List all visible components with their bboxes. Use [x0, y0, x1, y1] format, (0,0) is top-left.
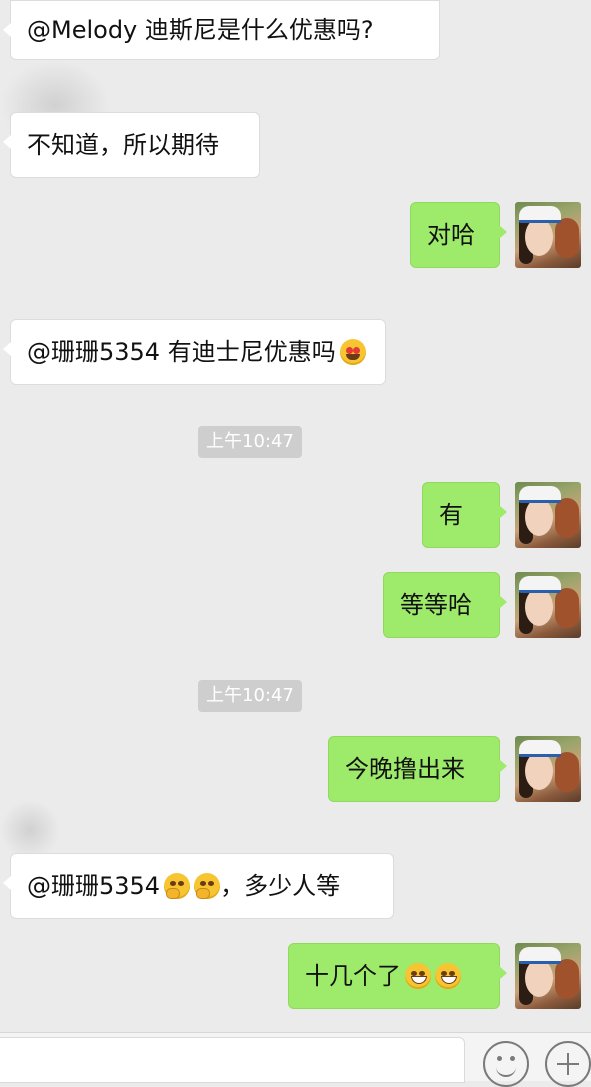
- message-text: 等等哈: [400, 591, 472, 619]
- message-text: 十几个了: [305, 962, 401, 990]
- grinning-emoji-icon: [435, 963, 461, 989]
- timestamp: 上午10:47: [198, 426, 302, 458]
- thinking-emoji-icon: [194, 873, 221, 899]
- avatar[interactable]: [515, 736, 581, 802]
- background-smudge: [0, 800, 60, 860]
- avatar[interactable]: [515, 943, 581, 1009]
- message-bubble-outgoing[interactable]: 今晚撸出来: [328, 736, 507, 802]
- input-bar: [0, 1032, 591, 1087]
- message-text: 今晚撸出来: [345, 755, 465, 783]
- message-bubble-outgoing[interactable]: 等等哈: [383, 572, 507, 638]
- message-bubble-incoming[interactable]: @珊珊5354 ，多少人等: [3, 853, 394, 919]
- message-text: @珊珊5354: [27, 872, 161, 900]
- message-text: 不知道，所以期待: [27, 131, 219, 159]
- timestamp: 上午10:47: [198, 680, 302, 712]
- avatar[interactable]: [515, 202, 581, 268]
- message-bubble-outgoing[interactable]: 对哈: [410, 202, 507, 268]
- emoji-face-icon[interactable]: [483, 1041, 529, 1087]
- message-input[interactable]: [0, 1037, 465, 1083]
- message-text: 有: [439, 501, 463, 529]
- message-text: 对哈: [427, 221, 475, 249]
- message-bubble-outgoing[interactable]: 有: [422, 482, 507, 548]
- message-text: @珊珊5354 有迪士尼优惠吗: [27, 338, 336, 366]
- thinking-emoji-icon: [164, 873, 191, 899]
- message-bubble-outgoing[interactable]: 十几个了: [288, 943, 507, 1009]
- heart-eyes-emoji-icon: [339, 339, 366, 365]
- plus-icon[interactable]: [545, 1041, 591, 1087]
- avatar[interactable]: [515, 482, 581, 548]
- grinning-emoji-icon: [405, 963, 431, 989]
- avatar[interactable]: [515, 572, 581, 638]
- chat-area: @Melody 迪斯尼是什么优惠吗? 不知道，所以期待 对哈 @珊珊5354 有…: [0, 0, 591, 1080]
- message-bubble-incoming[interactable]: @珊珊5354 有迪士尼优惠吗: [3, 319, 386, 385]
- message-bubble-incoming[interactable]: 不知道，所以期待: [3, 112, 260, 178]
- message-text-suffix: ，多少人等: [220, 872, 341, 900]
- message-bubble-incoming[interactable]: @Melody 迪斯尼是什么优惠吗?: [3, 0, 440, 60]
- message-text: @Melody 迪斯尼是什么优惠吗?: [27, 16, 374, 44]
